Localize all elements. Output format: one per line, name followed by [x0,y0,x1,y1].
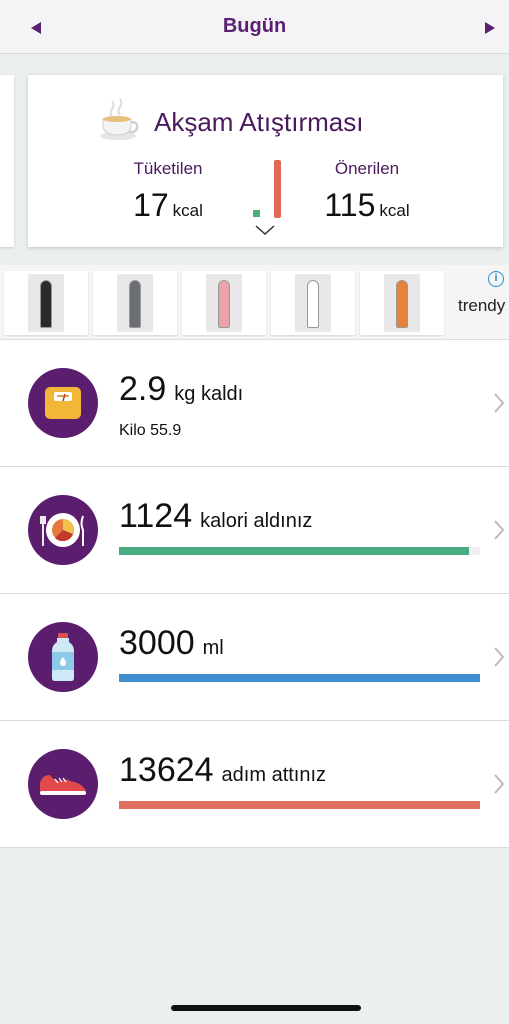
sneaker-icon [40,775,86,795]
ad-figure [218,280,230,328]
steps-progress-fill [119,801,480,809]
recommended-mini-bar [274,160,281,218]
water-unit: ml [202,637,224,659]
previous-meal-card[interactable] [0,75,14,247]
ad-figure [396,280,408,328]
meal-card[interactable]: Akşam Atıştırması Tüketilen 17 kcal Öneri… [28,75,503,247]
ad-brand-logo: trendy [458,296,506,315]
calories-progress-fill [119,547,470,555]
ad-figure [307,280,319,328]
calories-value: 1124 kalori aldınız [119,497,312,536]
weight-value: 2.9 kg kaldı [119,370,243,409]
weight-icon-badge [28,368,98,438]
steps-row[interactable]: 13624 adım attınız [0,721,509,848]
chevron-right-icon [494,647,505,667]
steps-icon-badge [28,749,98,819]
steps-number: 13624 [119,751,214,789]
steps-unit: adım attınız [221,764,327,786]
meal-carousel[interactable]: Akşam Atıştırması Tüketilen 17 kcal Öneri… [0,55,509,265]
water-progress-fill [119,674,480,682]
arrow-right-icon [485,22,495,34]
consumed-label: Tüketilen [133,159,203,178]
weight-current: Kilo 55.9 [119,422,182,439]
water-row[interactable]: 3000 ml [0,594,509,721]
ad-figure [40,280,52,328]
ad-figure [129,280,141,328]
ad-info-icon[interactable]: i [488,271,504,287]
calories-row[interactable]: 1124 kalori aldınız [0,467,509,594]
weight-row[interactable]: 2.9 kg kaldı Kilo 55.9 [0,340,509,467]
tea-cup-icon [100,98,139,140]
recommended-value: 115 kcal [287,187,447,224]
consumed-mini-bar [253,210,260,217]
home-indicator[interactable] [171,1005,361,1011]
consumed-number: 17 [133,187,169,223]
ad-product-thumbnail[interactable] [182,271,266,335]
calories-progress-bar [119,547,480,555]
scale-icon [45,387,81,419]
ad-product-thumbnail[interactable] [4,271,88,335]
recommended-unit: kcal [379,201,410,220]
water-bottle-icon [52,633,74,681]
weight-number: 2.9 [119,370,167,408]
page-title: Bugün [222,15,287,37]
next-day-button[interactable] [479,17,501,39]
ad-product-photo [28,274,64,332]
ad-product-photo [295,274,331,332]
ad-product-thumbnail[interactable] [93,271,177,335]
ad-banner[interactable] [0,265,509,340]
steps-progress-bar [119,801,480,809]
chevron-down-icon[interactable] [254,223,276,237]
chevron-right-icon [494,393,505,413]
water-number: 3000 [119,624,195,662]
calories-number: 1124 [119,497,193,535]
water-value: 3000 ml [119,624,224,663]
water-icon-badge [28,622,98,692]
calories-unit: kalori aldınız [200,510,313,532]
consumed-value: 17 kcal [88,187,248,224]
chevron-right-icon [494,774,505,794]
recommended-number: 115 [324,187,376,223]
chevron-right-icon [494,520,505,540]
steps-value: 13624 adım attınız [119,751,326,790]
water-progress-bar [119,674,480,682]
ad-product-thumbnail[interactable] [360,271,444,335]
ad-product-photo [117,274,153,332]
ad-product-photo [206,274,242,332]
stats-list: 2.9 kg kaldı Kilo 55.9 1124 kalori aldınız [0,340,509,848]
recommended-label: Önerilen [334,159,400,178]
calories-icon-badge [28,495,98,565]
consumed-unit: kcal [172,201,203,220]
plate-icon [40,513,84,547]
top-bar: Bugün [0,0,509,54]
ad-product-photo [384,274,420,332]
ad-product-thumbnail[interactable] [271,271,355,335]
meal-title: Akşam Atıştırması [154,107,364,137]
weight-unit: kg kaldı [174,383,244,405]
